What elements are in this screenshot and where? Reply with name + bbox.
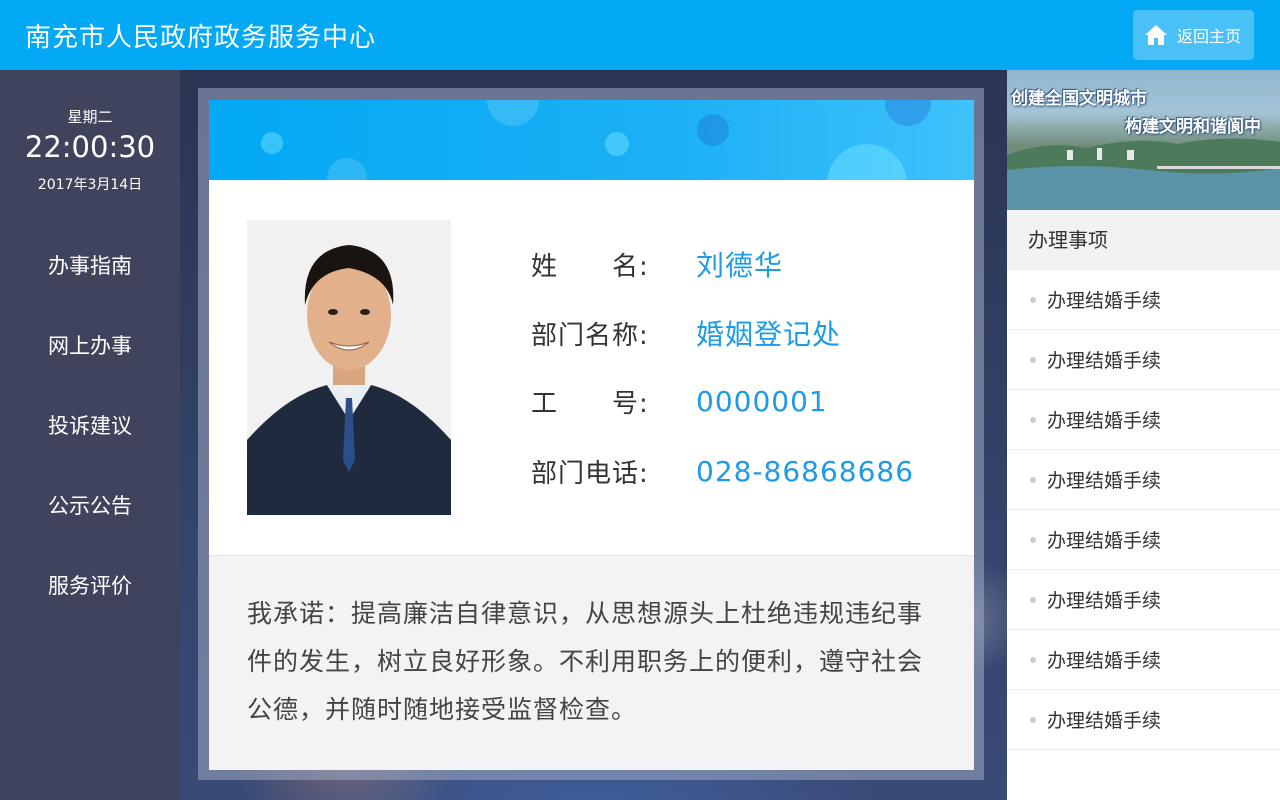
task-item-label: 办理结婚手续 bbox=[1047, 290, 1162, 312]
name-label: 姓 名: bbox=[531, 251, 649, 282]
nav-item-online[interactable]: 网上办事 bbox=[0, 321, 180, 371]
home-button[interactable]: 返回主页 bbox=[1133, 10, 1254, 60]
home-icon bbox=[1143, 22, 1169, 48]
task-item-label: 办理结婚手续 bbox=[1047, 710, 1162, 732]
id-value: 0000001 bbox=[696, 384, 828, 418]
task-item-label: 办理结婚手续 bbox=[1047, 350, 1162, 372]
info-row-id: 工 号: 0000001 bbox=[531, 381, 828, 421]
task-item[interactable]: 办理结婚手续 bbox=[1007, 510, 1280, 570]
bullet-icon bbox=[1030, 416, 1036, 423]
clock-date: 2017年3月14日 bbox=[37, 177, 143, 193]
pledge-text: 我承诺：提高廉洁自律意识，从思想源头上杜绝违规违纪事件的发生，树立良好形象。不利… bbox=[247, 599, 924, 724]
info-row-name: 姓 名: 刘德华 bbox=[531, 244, 783, 284]
nav-item-evaluation[interactable]: 服务评价 bbox=[0, 561, 180, 611]
task-item[interactable]: 办理结婚手续 bbox=[1007, 390, 1280, 450]
task-item-label: 办理结婚手续 bbox=[1047, 590, 1162, 612]
task-item-label: 办理结婚手续 bbox=[1047, 530, 1162, 552]
info-row-phone: 部门电话: 028-86868686 bbox=[531, 451, 914, 491]
id-label: 工 号: bbox=[531, 388, 649, 419]
home-button-label: 返回主页 bbox=[1177, 27, 1242, 46]
slogan-banner: 创建全国文明城市 构建文明和谐阆中 bbox=[1007, 70, 1280, 210]
phone-value: 028-86868686 bbox=[696, 454, 915, 488]
bullet-icon bbox=[1030, 536, 1036, 543]
clock-time: 22:00:30 bbox=[24, 130, 156, 164]
tasks-section-title: 办理事项 bbox=[1007, 210, 1280, 270]
task-item-label: 办理结婚手续 bbox=[1047, 470, 1162, 492]
card-banner bbox=[209, 100, 974, 180]
slogan-line-1: 创建全国文明城市 bbox=[1011, 89, 1147, 109]
nav-item-complaint[interactable]: 投诉建议 bbox=[0, 401, 180, 451]
staff-card: 姓 名: 刘德华 部门名称: 婚姻登记处 工 号: 0000001 部门电话: … bbox=[209, 100, 974, 770]
info-row-dept: 部门名称: 婚姻登记处 bbox=[531, 313, 841, 353]
nav-item-guide[interactable]: 办事指南 bbox=[0, 241, 180, 291]
bullet-icon bbox=[1030, 296, 1036, 303]
dept-label: 部门名称: bbox=[531, 320, 649, 351]
bullet-icon bbox=[1030, 656, 1036, 663]
bullet-icon bbox=[1030, 356, 1036, 363]
task-item[interactable]: 办理结婚手续 bbox=[1007, 690, 1280, 750]
bullet-icon bbox=[1030, 596, 1036, 603]
task-item[interactable]: 办理结婚手续 bbox=[1007, 630, 1280, 690]
bullet-icon bbox=[1030, 716, 1036, 723]
left-sidebar: 星期二 22:00:30 2017年3月14日 办事指南 网上办事 投诉建议 公… bbox=[0, 70, 180, 800]
task-item[interactable]: 办理结婚手续 bbox=[1007, 270, 1280, 330]
task-item[interactable]: 办理结婚手续 bbox=[1007, 330, 1280, 390]
task-item-label: 办理结婚手续 bbox=[1047, 410, 1162, 432]
task-item-label: 办理结婚手续 bbox=[1047, 650, 1162, 672]
page-title: 南充市人民政府政务服务中心 bbox=[25, 23, 377, 53]
top-header: 南充市人民政府政务服务中心 返回主页 bbox=[0, 0, 1280, 70]
right-panel: 创建全国文明城市 构建文明和谐阆中 办理事项 办理结婚手续 办理结婚手续 办理结… bbox=[1007, 70, 1280, 800]
dept-value: 婚姻登记处 bbox=[696, 318, 842, 351]
weekday-text: 星期二 bbox=[67, 108, 113, 126]
pledge-box: 我承诺：提高廉洁自律意识，从思想源头上杜绝违规违纪事件的发生，树立良好形象。不利… bbox=[209, 555, 974, 770]
slogan-line-2: 构建文明和谐阆中 bbox=[1125, 117, 1261, 137]
name-value: 刘德华 bbox=[696, 249, 784, 282]
nav-item-announcement[interactable]: 公示公告 bbox=[0, 481, 180, 531]
bullet-icon bbox=[1030, 476, 1036, 483]
phone-label: 部门电话: bbox=[531, 458, 649, 489]
staff-photo bbox=[247, 220, 451, 515]
task-item[interactable]: 办理结婚手续 bbox=[1007, 450, 1280, 510]
task-item[interactable]: 办理结婚手续 bbox=[1007, 570, 1280, 630]
